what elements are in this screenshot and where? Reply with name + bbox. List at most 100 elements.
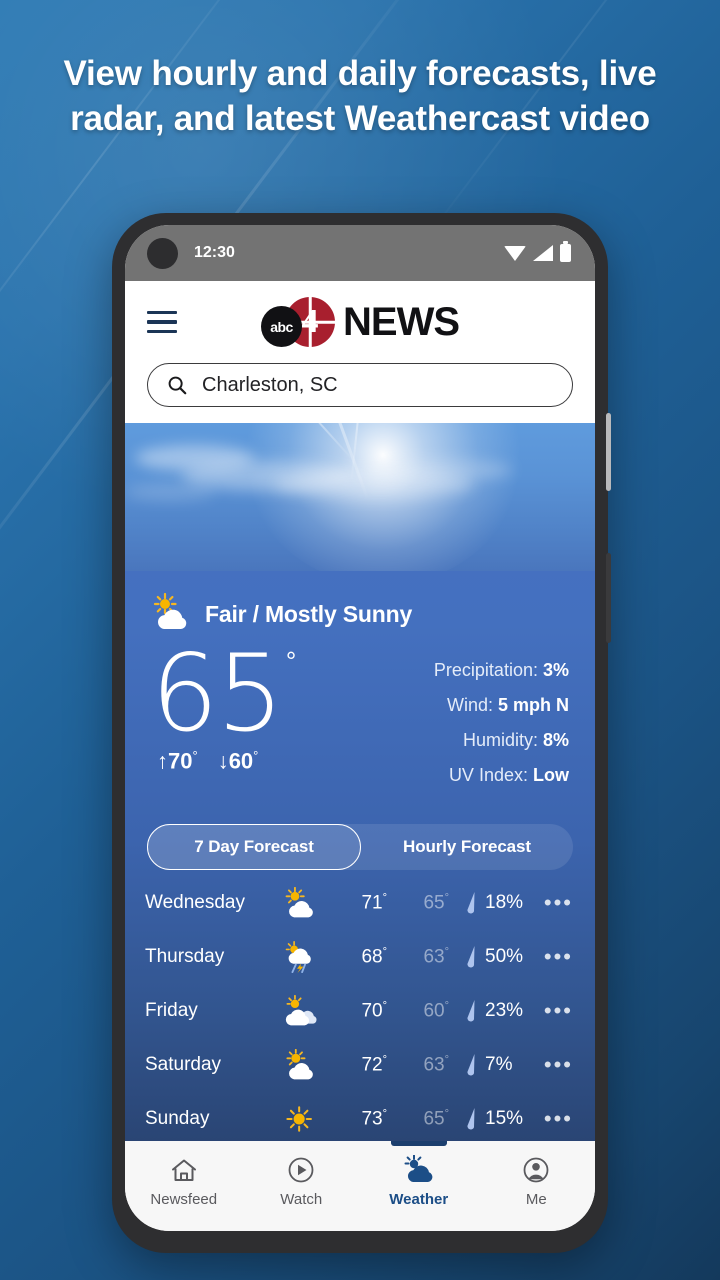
brand-news-text: NEWS xyxy=(343,300,460,344)
condition-row: Fair / Mostly Sunny xyxy=(151,592,569,636)
forecast-row[interactable]: Wednesday 71° 65° 18% ••• xyxy=(145,876,575,930)
thunderstorm-icon xyxy=(273,941,327,973)
raindrop-icon xyxy=(467,946,475,968)
app-header: 4 abc NEWS Charleston, SC xyxy=(125,281,595,423)
nav-label: Me xyxy=(525,1191,547,1208)
forecast-low: 65° xyxy=(423,1107,449,1130)
detail-humidity: Humidity: 8% xyxy=(462,730,569,750)
high-temperature: ↑70° xyxy=(157,748,198,774)
forecast-high: 68° xyxy=(361,945,387,968)
forecast-low: 63° xyxy=(423,945,449,968)
degree-symbol: ° xyxy=(285,646,297,676)
search-input[interactable]: Charleston, SC xyxy=(147,363,573,407)
cloud xyxy=(125,483,215,501)
forecast-row[interactable]: Sunday 73° 65° 15% ••• xyxy=(145,1092,575,1141)
weather-icon xyxy=(402,1153,436,1187)
forecast-day: Thursday xyxy=(145,946,225,967)
forecast-high: 73° xyxy=(361,1107,387,1130)
detail-uv-index: UV Index: Low xyxy=(448,765,569,785)
forecast-day: Wednesday xyxy=(145,892,245,913)
home-icon xyxy=(169,1153,199,1187)
forecast-day: Sunday xyxy=(145,1108,210,1129)
channel-number-badge: 4 xyxy=(285,297,335,347)
status-icon-group xyxy=(504,241,571,262)
forecast-low: 60° xyxy=(423,999,449,1022)
raindrop-icon xyxy=(467,1054,475,1076)
forecast-more-button[interactable]: ••• xyxy=(544,1000,575,1022)
weather-details: Precipitation: 3% Wind: 5 mph N Humidity… xyxy=(434,640,569,800)
forecast-more-button[interactable]: ••• xyxy=(544,1054,575,1076)
temperature-block: 65 ° ↑70° ↓60° xyxy=(151,632,297,774)
raindrop-icon xyxy=(467,1000,475,1022)
header-row: 4 abc NEWS xyxy=(125,295,595,349)
low-temperature: ↓60° xyxy=(217,748,259,774)
forecast-precipitation: 15% xyxy=(449,1107,544,1131)
nav-item-weather[interactable]: Weather xyxy=(360,1141,478,1208)
cloud xyxy=(363,459,513,481)
raindrop-icon xyxy=(467,892,475,914)
power-button[interactable] xyxy=(606,553,611,643)
active-tab-indicator xyxy=(390,1141,447,1146)
weather-panel: Fair / Mostly Sunny 65 ° ↑70° ↓60° Preci… xyxy=(125,423,595,1141)
forecast-low: 63° xyxy=(423,1053,449,1076)
phone-screen: 12:30 4 abc NEWS Charleston, SC Fair / M… xyxy=(125,225,595,1231)
tab-hourly-forecast[interactable]: Hourly Forecast xyxy=(361,824,573,870)
status-time: 12:30 xyxy=(194,244,235,261)
forecast-row[interactable]: Saturday 72° 63° 7% ••• xyxy=(145,1038,575,1092)
nav-item-me[interactable]: Me xyxy=(478,1153,596,1208)
raindrop-icon xyxy=(467,1108,475,1130)
temperature-main: 65 ° xyxy=(151,632,297,755)
sun-behind-clouds-icon xyxy=(273,995,327,1027)
forecast-precipitation: 50% xyxy=(449,945,544,969)
bottom-navigation: Newsfeed Watch Weather Me xyxy=(125,1141,595,1231)
sun-behind-cloud-icon xyxy=(151,592,191,636)
current-temperature: 65 xyxy=(151,632,284,755)
forecast-high: 72° xyxy=(361,1053,387,1076)
play-circle-icon xyxy=(286,1153,316,1187)
forecast-tab-bar: 7 Day Forecast Hourly Forecast xyxy=(147,824,573,870)
promo-headline: View hourly and daily forecasts, live ra… xyxy=(63,54,657,138)
forecast-day: Friday xyxy=(145,1000,198,1021)
status-bar: 12:30 xyxy=(125,225,595,281)
nav-label: Watch xyxy=(280,1191,323,1208)
person-icon xyxy=(521,1153,551,1187)
volume-button[interactable] xyxy=(606,413,611,491)
forecast-high: 70° xyxy=(361,999,387,1022)
forecast-more-button[interactable]: ••• xyxy=(544,946,575,968)
forecast-more-button[interactable]: ••• xyxy=(544,892,575,914)
current-conditions: Fair / Mostly Sunny 65 ° ↑70° ↓60° Preci… xyxy=(125,571,595,800)
nav-label: Weather xyxy=(389,1191,449,1208)
sun-icon xyxy=(273,1103,327,1135)
search-value: Charleston, SC xyxy=(202,373,338,396)
brand-logo: 4 abc NEWS xyxy=(125,297,595,347)
battery-icon xyxy=(560,241,571,262)
forecast-low: 65° xyxy=(423,891,449,914)
detail-wind: Wind: 5 mph N xyxy=(446,695,569,715)
forecast-row[interactable]: Friday 70° 60° 23% ••• xyxy=(145,984,575,1038)
sun-behind-cloud-icon xyxy=(273,887,327,919)
forecast-precipitation: 18% xyxy=(449,891,544,915)
forecast-day: Saturday xyxy=(145,1054,222,1075)
channel-number: 4 xyxy=(301,303,319,340)
hamburger-menu-icon[interactable] xyxy=(147,310,177,334)
nav-item-watch[interactable]: Watch xyxy=(243,1153,361,1208)
forecast-more-button[interactable]: ••• xyxy=(544,1108,575,1130)
temperature-row: 65 ° ↑70° ↓60° Precipitation: 3% Wind: 5… xyxy=(151,632,569,800)
forecast-row[interactable]: Thursday 68° 63° 50% ••• xyxy=(145,930,575,984)
forecast-high: 71° xyxy=(361,891,387,914)
front-camera-icon xyxy=(147,237,178,269)
forecast-precipitation: 7% xyxy=(449,1053,544,1077)
nav-item-newsfeed[interactable]: Newsfeed xyxy=(125,1153,243,1208)
abc-circle-icon: abc xyxy=(261,306,302,347)
channel-logo-mark: 4 abc xyxy=(261,297,339,347)
condition-text: Fair / Mostly Sunny xyxy=(205,601,413,627)
wifi-icon xyxy=(504,245,526,261)
forecast-list: Wednesday 71° 65° 18% ••• Thursday 68° 6… xyxy=(125,876,595,1141)
tab-7-day-forecast[interactable]: 7 Day Forecast xyxy=(147,824,361,870)
forecast-precipitation: 23% xyxy=(449,999,544,1023)
nav-label: Newsfeed xyxy=(150,1191,218,1208)
search-icon xyxy=(166,374,188,396)
sky-photo xyxy=(125,423,595,571)
sun-behind-cloud-icon xyxy=(273,1049,327,1081)
detail-precipitation: Precipitation: 3% xyxy=(433,660,569,680)
